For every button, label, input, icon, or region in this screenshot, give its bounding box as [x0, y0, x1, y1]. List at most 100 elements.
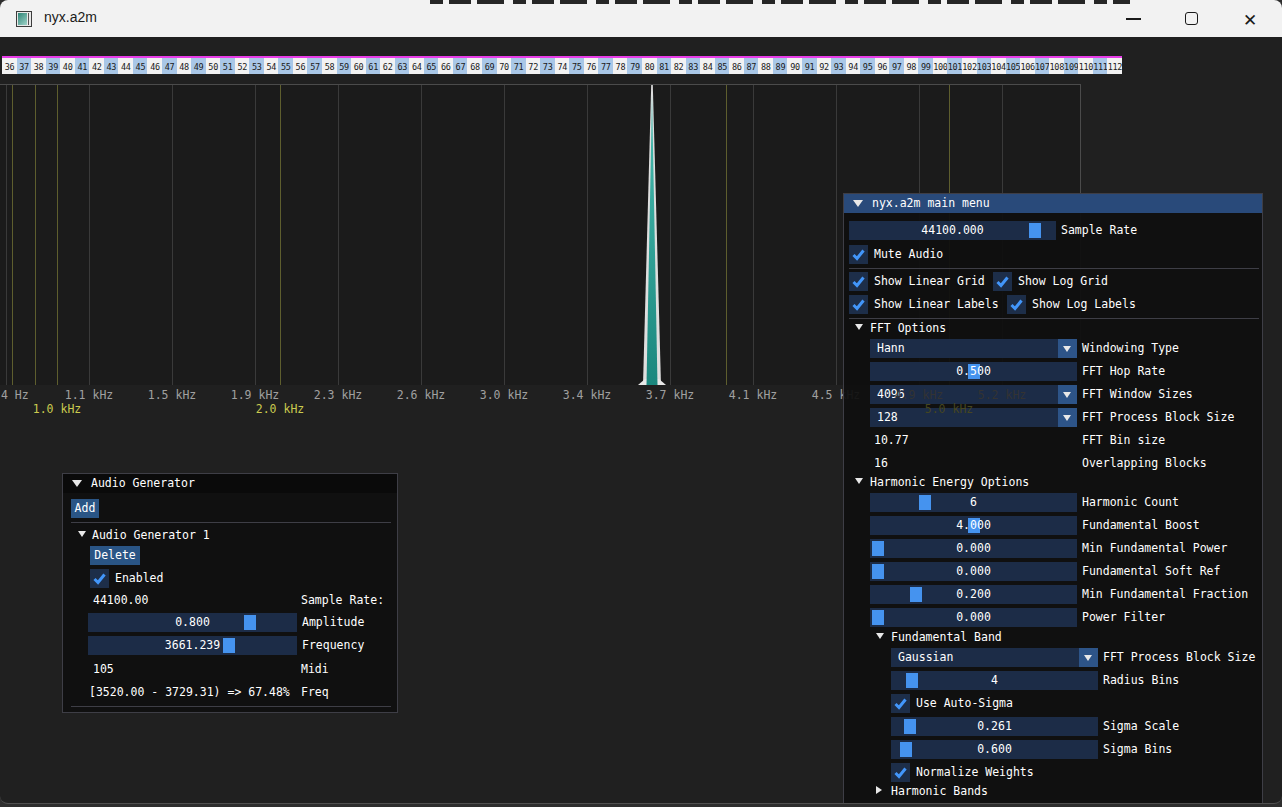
midi-note-cell[interactable]: 45: [133, 58, 148, 74]
frequency-slider[interactable]: 3661.239: [88, 636, 297, 655]
midi-note-cell[interactable]: 85: [715, 58, 730, 74]
maximize-button[interactable]: [1185, 12, 1198, 25]
midi-note-cell[interactable]: 62: [380, 58, 395, 74]
midi-note-cell[interactable]: 40: [60, 58, 75, 74]
midi-note-cell[interactable]: 58: [322, 58, 337, 74]
windowing-type-combo[interactable]: Hann: [870, 339, 1077, 358]
midi-note-cell[interactable]: 63: [395, 58, 410, 74]
midi-note-cell[interactable]: 69: [482, 58, 497, 74]
midi-note-cell[interactable]: 110: [1078, 58, 1093, 74]
close-button[interactable]: ✕: [1243, 10, 1257, 31]
tree-arrow-icon[interactable]: [855, 478, 863, 484]
harmonic-energy-options-tree-node[interactable]: Harmonic Energy Options: [870, 476, 1029, 489]
mute-audio-checkbox[interactable]: [849, 245, 868, 264]
midi-note-cell[interactable]: 71: [511, 58, 526, 74]
midi-note-cell[interactable]: 93: [831, 58, 846, 74]
sigma-scale-slider[interactable]: 0.261: [891, 717, 1098, 736]
generator-tree-node[interactable]: Audio Generator 1: [92, 529, 210, 542]
midi-note-cell[interactable]: 90: [787, 58, 802, 74]
midi-note-cell[interactable]: 97: [889, 58, 904, 74]
fft-process-block-size-combo[interactable]: 128: [870, 408, 1077, 427]
show-log-labels-checkbox[interactable]: [1007, 295, 1026, 314]
midi-note-cell[interactable]: 48: [177, 58, 192, 74]
midi-note-cell[interactable]: 76: [584, 58, 599, 74]
show-log-grid-checkbox[interactable]: [993, 272, 1012, 291]
power-filter-slider[interactable]: 0.000: [870, 608, 1077, 627]
midi-note-cell[interactable]: 99: [918, 58, 933, 74]
midi-note-cell[interactable]: 95: [860, 58, 875, 74]
fundamental-soft-ref-slider[interactable]: 0.000: [870, 562, 1077, 581]
tree-arrow-icon[interactable]: [876, 786, 882, 794]
midi-note-cell[interactable]: 57: [307, 58, 322, 74]
tree-arrow-icon[interactable]: [855, 324, 863, 330]
midi-note-cell[interactable]: 86: [729, 58, 744, 74]
midi-note-cell[interactable]: 111: [1093, 58, 1108, 74]
collapse-arrow-icon[interactable]: [853, 200, 863, 207]
midi-note-cell[interactable]: 56: [293, 58, 308, 74]
midi-note-cell[interactable]: 37: [17, 58, 32, 74]
minimize-button[interactable]: [1126, 18, 1141, 20]
enabled-checkbox[interactable]: [90, 569, 109, 588]
midi-note-cell[interactable]: 59: [337, 58, 352, 74]
midi-note-cell[interactable]: 80: [642, 58, 657, 74]
midi-note-cell[interactable]: 64: [409, 58, 424, 74]
midi-note-cell[interactable]: 109: [1064, 58, 1079, 74]
midi-note-cell[interactable]: 75: [569, 58, 584, 74]
midi-note-cell[interactable]: 67: [453, 58, 468, 74]
midi-note-cell[interactable]: 60: [351, 58, 366, 74]
midi-note-cell[interactable]: 66: [438, 58, 453, 74]
combo-arrow-button[interactable]: [1058, 408, 1077, 427]
midi-note-cell[interactable]: 96: [875, 58, 890, 74]
midi-note-cell[interactable]: 81: [657, 58, 672, 74]
midi-note-cell[interactable]: 77: [598, 58, 613, 74]
midi-note-cell[interactable]: 73: [540, 58, 555, 74]
radius-bins-slider[interactable]: 4: [891, 671, 1098, 690]
midi-note-cell[interactable]: 112: [1107, 58, 1122, 74]
fft-hop-rate-slider[interactable]: 0.500: [870, 362, 1077, 381]
midi-note-cell[interactable]: 91: [802, 58, 817, 74]
midi-note-cell[interactable]: 74: [555, 58, 570, 74]
midi-note-cell[interactable]: 104: [991, 58, 1006, 74]
normalize-weights-checkbox[interactable]: [891, 763, 910, 782]
midi-note-cell[interactable]: 79: [627, 58, 642, 74]
midi-note-cell[interactable]: 36: [2, 58, 17, 74]
fundamental-band-kernel-combo[interactable]: Gaussian: [891, 648, 1098, 667]
midi-note-cell[interactable]: 50: [206, 58, 221, 74]
show-linear-labels-checkbox[interactable]: [849, 295, 868, 314]
midi-note-cell[interactable]: 42: [89, 58, 104, 74]
midi-note-cell[interactable]: 107: [1035, 58, 1050, 74]
midi-note-cell[interactable]: 38: [31, 58, 46, 74]
midi-note-cell[interactable]: 89: [773, 58, 788, 74]
audio-generator-titlebar[interactable]: Audio Generator: [63, 474, 397, 493]
midi-note-strip[interactable]: 3637383940414243444546474849505152535455…: [2, 58, 1122, 74]
collapse-arrow-icon[interactable]: [72, 480, 82, 487]
combo-arrow-button[interactable]: [1058, 339, 1077, 358]
fft-options-tree-node[interactable]: FFT Options: [870, 322, 946, 335]
midi-note-cell[interactable]: 83: [686, 58, 701, 74]
midi-note-cell[interactable]: 106: [1020, 58, 1035, 74]
midi-note-cell[interactable]: 52: [235, 58, 250, 74]
combo-arrow-button[interactable]: [1058, 385, 1077, 404]
tree-arrow-icon[interactable]: [876, 633, 884, 639]
sample-rate-slider[interactable]: 44100.000: [849, 221, 1056, 240]
midi-note-cell[interactable]: 108: [1049, 58, 1064, 74]
midi-note-cell[interactable]: 78: [613, 58, 628, 74]
midi-note-cell[interactable]: 88: [758, 58, 773, 74]
midi-note-cell[interactable]: 65: [424, 58, 439, 74]
fundamental-band-tree-node[interactable]: Fundamental Band: [891, 631, 1002, 644]
midi-note-cell[interactable]: 92: [817, 58, 832, 74]
midi-note-cell[interactable]: 43: [104, 58, 119, 74]
midi-note-cell[interactable]: 47: [162, 58, 177, 74]
midi-note-cell[interactable]: 94: [846, 58, 861, 74]
amplitude-slider[interactable]: 0.800: [88, 613, 297, 632]
midi-note-cell[interactable]: 46: [147, 58, 162, 74]
midi-note-cell[interactable]: 41: [75, 58, 90, 74]
midi-note-cell[interactable]: 68: [467, 58, 482, 74]
tree-arrow-icon[interactable]: [78, 531, 86, 537]
midi-note-cell[interactable]: 101: [947, 58, 962, 74]
midi-note-cell[interactable]: 49: [191, 58, 206, 74]
midi-note-cell[interactable]: 55: [278, 58, 293, 74]
combo-arrow-button[interactable]: [1079, 648, 1098, 667]
midi-note-cell[interactable]: 100: [933, 58, 948, 74]
sigma-bins-slider[interactable]: 0.600: [891, 740, 1098, 759]
